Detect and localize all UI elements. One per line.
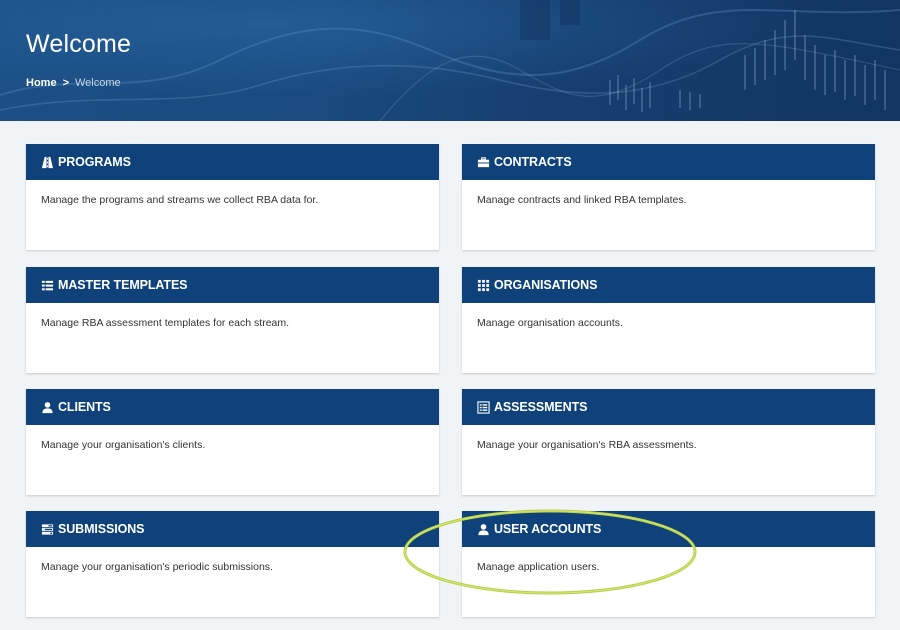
card-header[interactable]: USER ACCOUNTS <box>462 511 875 547</box>
card-title: CONTRACTS <box>494 155 572 169</box>
road-icon <box>41 156 54 169</box>
card-assessments[interactable]: ASSESSMENTS Manage your organisation's R… <box>462 389 875 495</box>
card-header[interactable]: CLIENTS <box>26 389 439 425</box>
card-header[interactable]: MASTER TEMPLATES <box>26 267 439 303</box>
card-description: Manage your organisation's periodic subm… <box>41 561 273 573</box>
card-description: Manage RBA assessment templates for each… <box>41 317 290 329</box>
breadcrumb-separator: > <box>62 77 69 89</box>
card-description: Manage organisation accounts. <box>477 317 623 329</box>
card-description: Manage your organisation's clients. <box>41 439 206 451</box>
card-description: Manage application users. <box>477 561 600 573</box>
user-icon <box>477 523 490 536</box>
card-title: SUBMISSIONS <box>58 522 145 536</box>
page-header: Welcome Home > Welcome <box>0 0 900 121</box>
header-background-graphic <box>0 0 900 121</box>
list-alt-icon <box>477 400 490 414</box>
card-header[interactable]: SUBMISSIONS <box>26 511 439 547</box>
card-header[interactable]: CONTRACTS <box>462 144 875 180</box>
card-contracts[interactable]: CONTRACTS Manage contracts and linked RB… <box>462 144 875 250</box>
card-header[interactable]: PROGRAMS <box>26 144 439 180</box>
card-user-accounts[interactable]: USER ACCOUNTS Manage application users. <box>462 511 875 617</box>
tasks-icon <box>41 523 54 536</box>
card-header[interactable]: ASSESSMENTS <box>462 389 875 425</box>
user-icon <box>41 401 54 414</box>
card-programs[interactable]: PROGRAMS Manage the programs and streams… <box>26 144 439 250</box>
breadcrumb-current: Welcome <box>75 77 121 89</box>
list-icon <box>41 279 54 292</box>
card-description: Manage contracts and linked RBA template… <box>477 194 687 206</box>
card-organisations[interactable]: ORGANISATIONS Manage organisation accoun… <box>462 267 875 373</box>
card-clients[interactable]: CLIENTS Manage your organisation's clien… <box>26 389 439 495</box>
card-header[interactable]: ORGANISATIONS <box>462 267 875 303</box>
card-description: Manage your organisation's RBA assessmen… <box>477 439 697 451</box>
grid-icon <box>477 279 490 292</box>
card-title: ORGANISATIONS <box>494 278 598 292</box>
card-title: MASTER TEMPLATES <box>58 278 188 292</box>
breadcrumb: Home > Welcome <box>26 77 121 89</box>
card-description: Manage the programs and streams we colle… <box>41 194 319 206</box>
card-title: USER ACCOUNTS <box>494 522 602 536</box>
card-title: CLIENTS <box>58 400 111 414</box>
card-submissions[interactable]: SUBMISSIONS Manage your organisation's p… <box>26 511 439 617</box>
breadcrumb-home-link[interactable]: Home <box>26 77 57 89</box>
card-title: ASSESSMENTS <box>494 400 588 414</box>
card-title: PROGRAMS <box>58 155 131 169</box>
page-title: Welcome <box>26 30 132 58</box>
briefcase-icon <box>477 156 490 169</box>
card-master-templates[interactable]: MASTER TEMPLATES Manage RBA assessment t… <box>26 267 439 373</box>
